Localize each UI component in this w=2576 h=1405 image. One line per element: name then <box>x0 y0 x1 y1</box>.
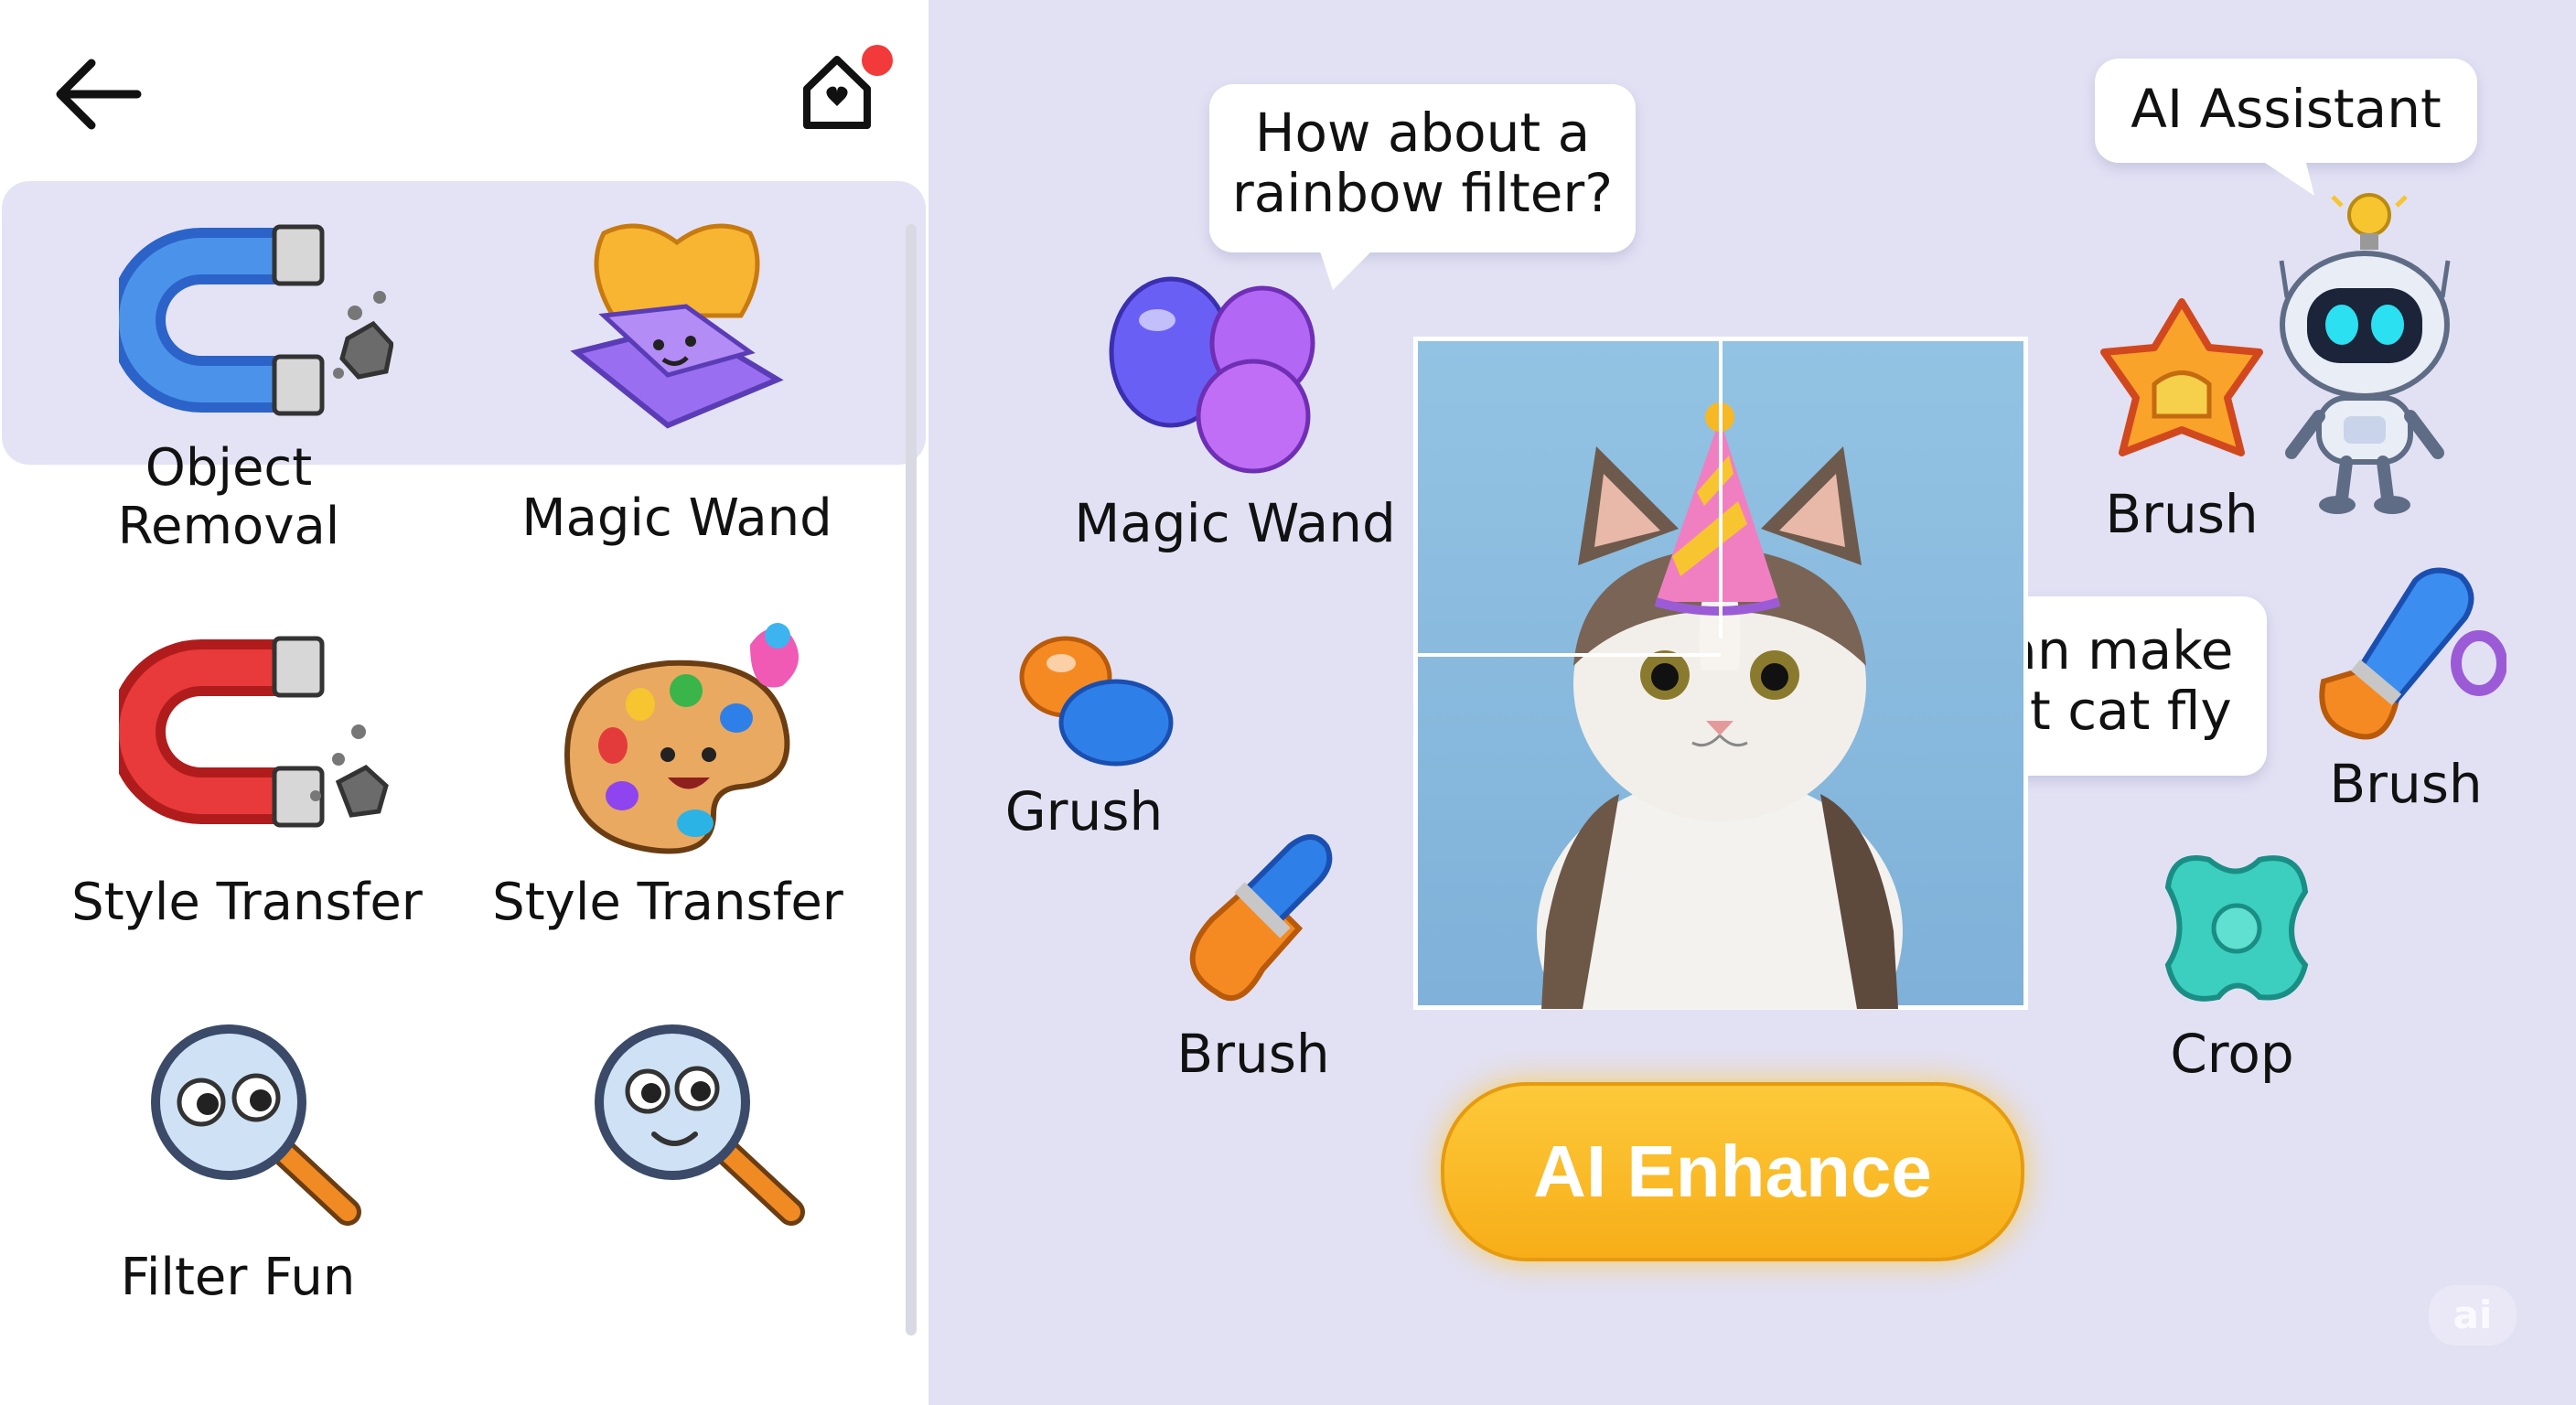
tool-label: Object Removal <box>117 438 340 556</box>
tool-label: Magic Wand <box>1074 492 1396 554</box>
tool-label: Magic Wand <box>521 488 832 548</box>
watermark-text: ai <box>2453 1292 2493 1337</box>
paint-palette-icon <box>564 623 799 854</box>
magic-book-icon <box>570 223 784 429</box>
canvas-tool-grush[interactable]: Grush <box>988 631 1189 851</box>
tool-object-removal[interactable]: Object Removal <box>37 201 439 567</box>
watermark: ai <box>2429 1285 2517 1346</box>
tool-filter-fun[interactable]: Filter Fun <box>55 1006 421 1317</box>
tool-style-transfer-palette[interactable]: Style Transfer <box>485 604 869 951</box>
assistant-label-bubble: AI Assistant <box>2095 59 2477 196</box>
canvas-tool-crop[interactable]: Crop <box>2131 846 2333 1093</box>
tool-style-transfer[interactable]: Style Transfer <box>37 604 439 951</box>
arrow-left-icon <box>56 59 142 130</box>
tool-magic-wand[interactable]: Magic Wand <box>494 201 860 567</box>
tool-label: Brush <box>2329 753 2483 815</box>
star-jelly-icon <box>2100 298 2263 456</box>
ai-enhance-label: AI Enhance <box>1533 1131 1932 1212</box>
tool-magnifier[interactable] <box>521 1006 869 1281</box>
tool-label: Brush <box>1176 1023 1330 1085</box>
suggestion-bubble: How about a rainbow filter? <box>1209 84 1636 290</box>
ai-assistant-robot[interactable] <box>2269 178 2461 517</box>
cat-with-party-hat-photo[interactable] <box>1413 337 2028 1087</box>
crop-jelly-icon <box>2164 855 2309 1002</box>
canvas-tool-brush-blue[interactable]: Brush <box>2305 563 2506 837</box>
magnet-icon <box>119 636 389 828</box>
tool-label: Filter Fun <box>120 1248 356 1307</box>
bubble-text: How about a rainbow filter? <box>1231 102 1614 224</box>
tool-label: Style Transfer <box>71 873 423 932</box>
bubble-text: AI Assistant <box>2131 78 2442 140</box>
notification-dot <box>862 45 893 76</box>
ai-enhance-button[interactable]: AI Enhance <box>1441 1082 2024 1261</box>
canvas-tool-magic-wand[interactable]: Magic Wand <box>1070 270 1400 563</box>
brush-icon <box>2319 567 2506 740</box>
scrollbar[interactable] <box>906 224 917 1335</box>
magnifier-icon <box>151 1024 361 1226</box>
tool-label: Style Transfer <box>492 873 843 932</box>
home-button[interactable] <box>796 41 896 142</box>
tool-label: Crop <box>2170 1023 2294 1085</box>
magnet-icon <box>119 224 393 416</box>
magnifier-icon <box>595 1024 805 1226</box>
brush-icon <box>1189 834 1333 1002</box>
robot-icon <box>2279 193 2451 514</box>
jelly-blob-icon <box>1109 276 1315 474</box>
canvas-tool-brush-star[interactable]: Brush <box>2072 297 2292 553</box>
tool-label: Brush <box>2105 483 2259 545</box>
jelly-grush-icon <box>1019 636 1174 767</box>
tools-sidebar: Object Removal Magic Wand Style Transfer <box>0 0 928 1405</box>
canvas-tool-brush[interactable]: Brush <box>1125 823 1381 1098</box>
back-button[interactable] <box>46 50 146 142</box>
